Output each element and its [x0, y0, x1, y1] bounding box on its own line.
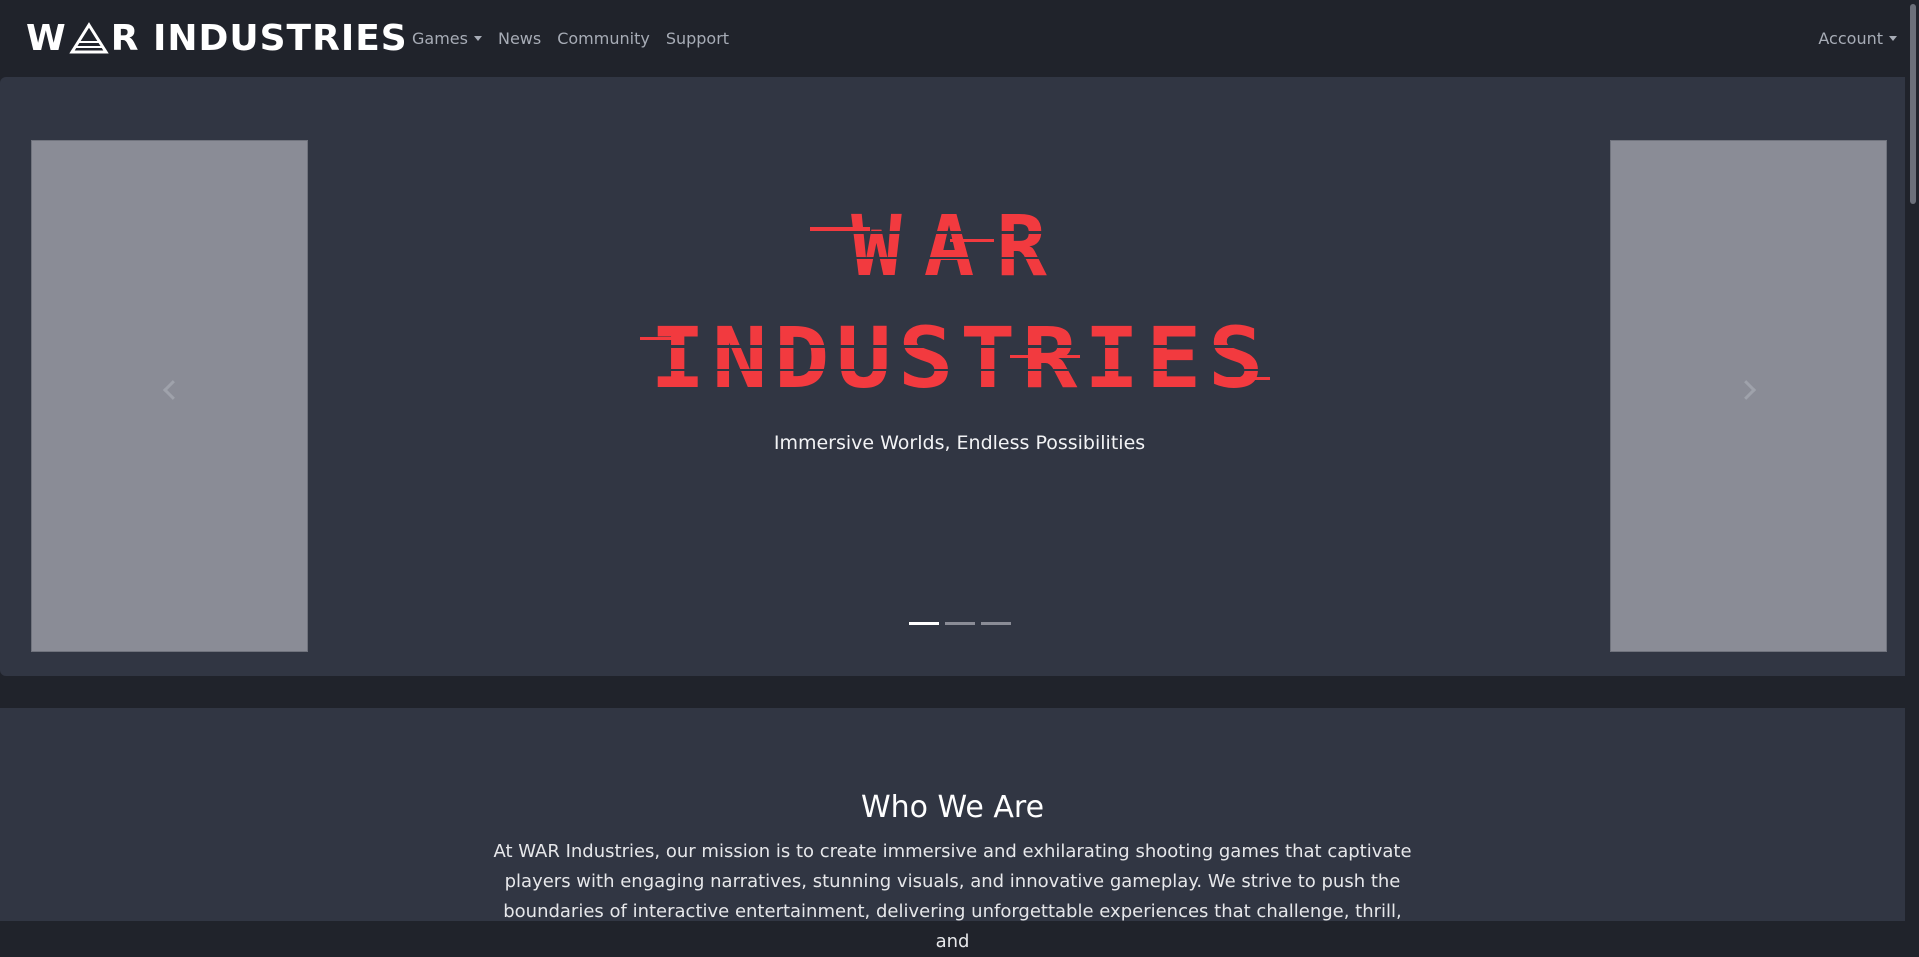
scrollbar-thumb[interactable]	[1910, 4, 1916, 204]
nav-links: Games News Community Support	[412, 0, 729, 76]
section-title: Who We Are	[860, 790, 1045, 825]
nav-news-link[interactable]: News	[498, 29, 541, 48]
nav-games-label: Games	[412, 28, 468, 48]
caret-down-icon	[473, 35, 482, 41]
section-text: At WAR Industries, our mission is to cre…	[493, 841, 1412, 952]
carousel-next-button[interactable]	[1610, 140, 1887, 652]
account-menu: Account	[1818, 0, 1897, 76]
hero-logo-line1: WAR	[851, 197, 1069, 295]
brand-logo[interactable]: W R INDUSTRIES	[26, 17, 408, 59]
hero-logo: WAR INDUSTRIES	[620, 197, 1300, 397]
carousel-indicators	[909, 622, 1011, 625]
triangle-a-logo-icon	[69, 22, 109, 54]
carousel-indicator[interactable]	[909, 622, 939, 625]
carousel-indicator[interactable]	[945, 622, 975, 625]
carousel-prev-button[interactable]	[31, 140, 308, 652]
account-label: Account	[1818, 28, 1883, 48]
chevron-right-icon	[1735, 380, 1756, 400]
page-scrollbar[interactable]	[1905, 0, 1919, 921]
hero-carousel: WAR INDUSTRIES Immersive Worlds, Endless…	[0, 77, 1919, 676]
who-we-are-section: Who We Are At WAR Industries, our missio…	[0, 708, 1905, 952]
brand-name-end: R INDUSTRIES	[110, 17, 408, 59]
caret-down-icon	[1889, 35, 1897, 41]
hero-logo-line2: INDUSTRIES	[650, 309, 1270, 397]
nav-support-link[interactable]: Support	[666, 29, 729, 48]
nav-games-dropdown[interactable]: Games	[412, 29, 482, 48]
brand-name-start: W	[26, 17, 67, 59]
nav-community-link[interactable]: Community	[557, 29, 650, 48]
account-dropdown[interactable]: Account	[1818, 29, 1897, 48]
carousel-indicator[interactable]	[981, 622, 1011, 625]
navbar: W R INDUSTRIES Games News Community Supp…	[0, 0, 1919, 76]
chevron-left-icon	[162, 380, 183, 400]
